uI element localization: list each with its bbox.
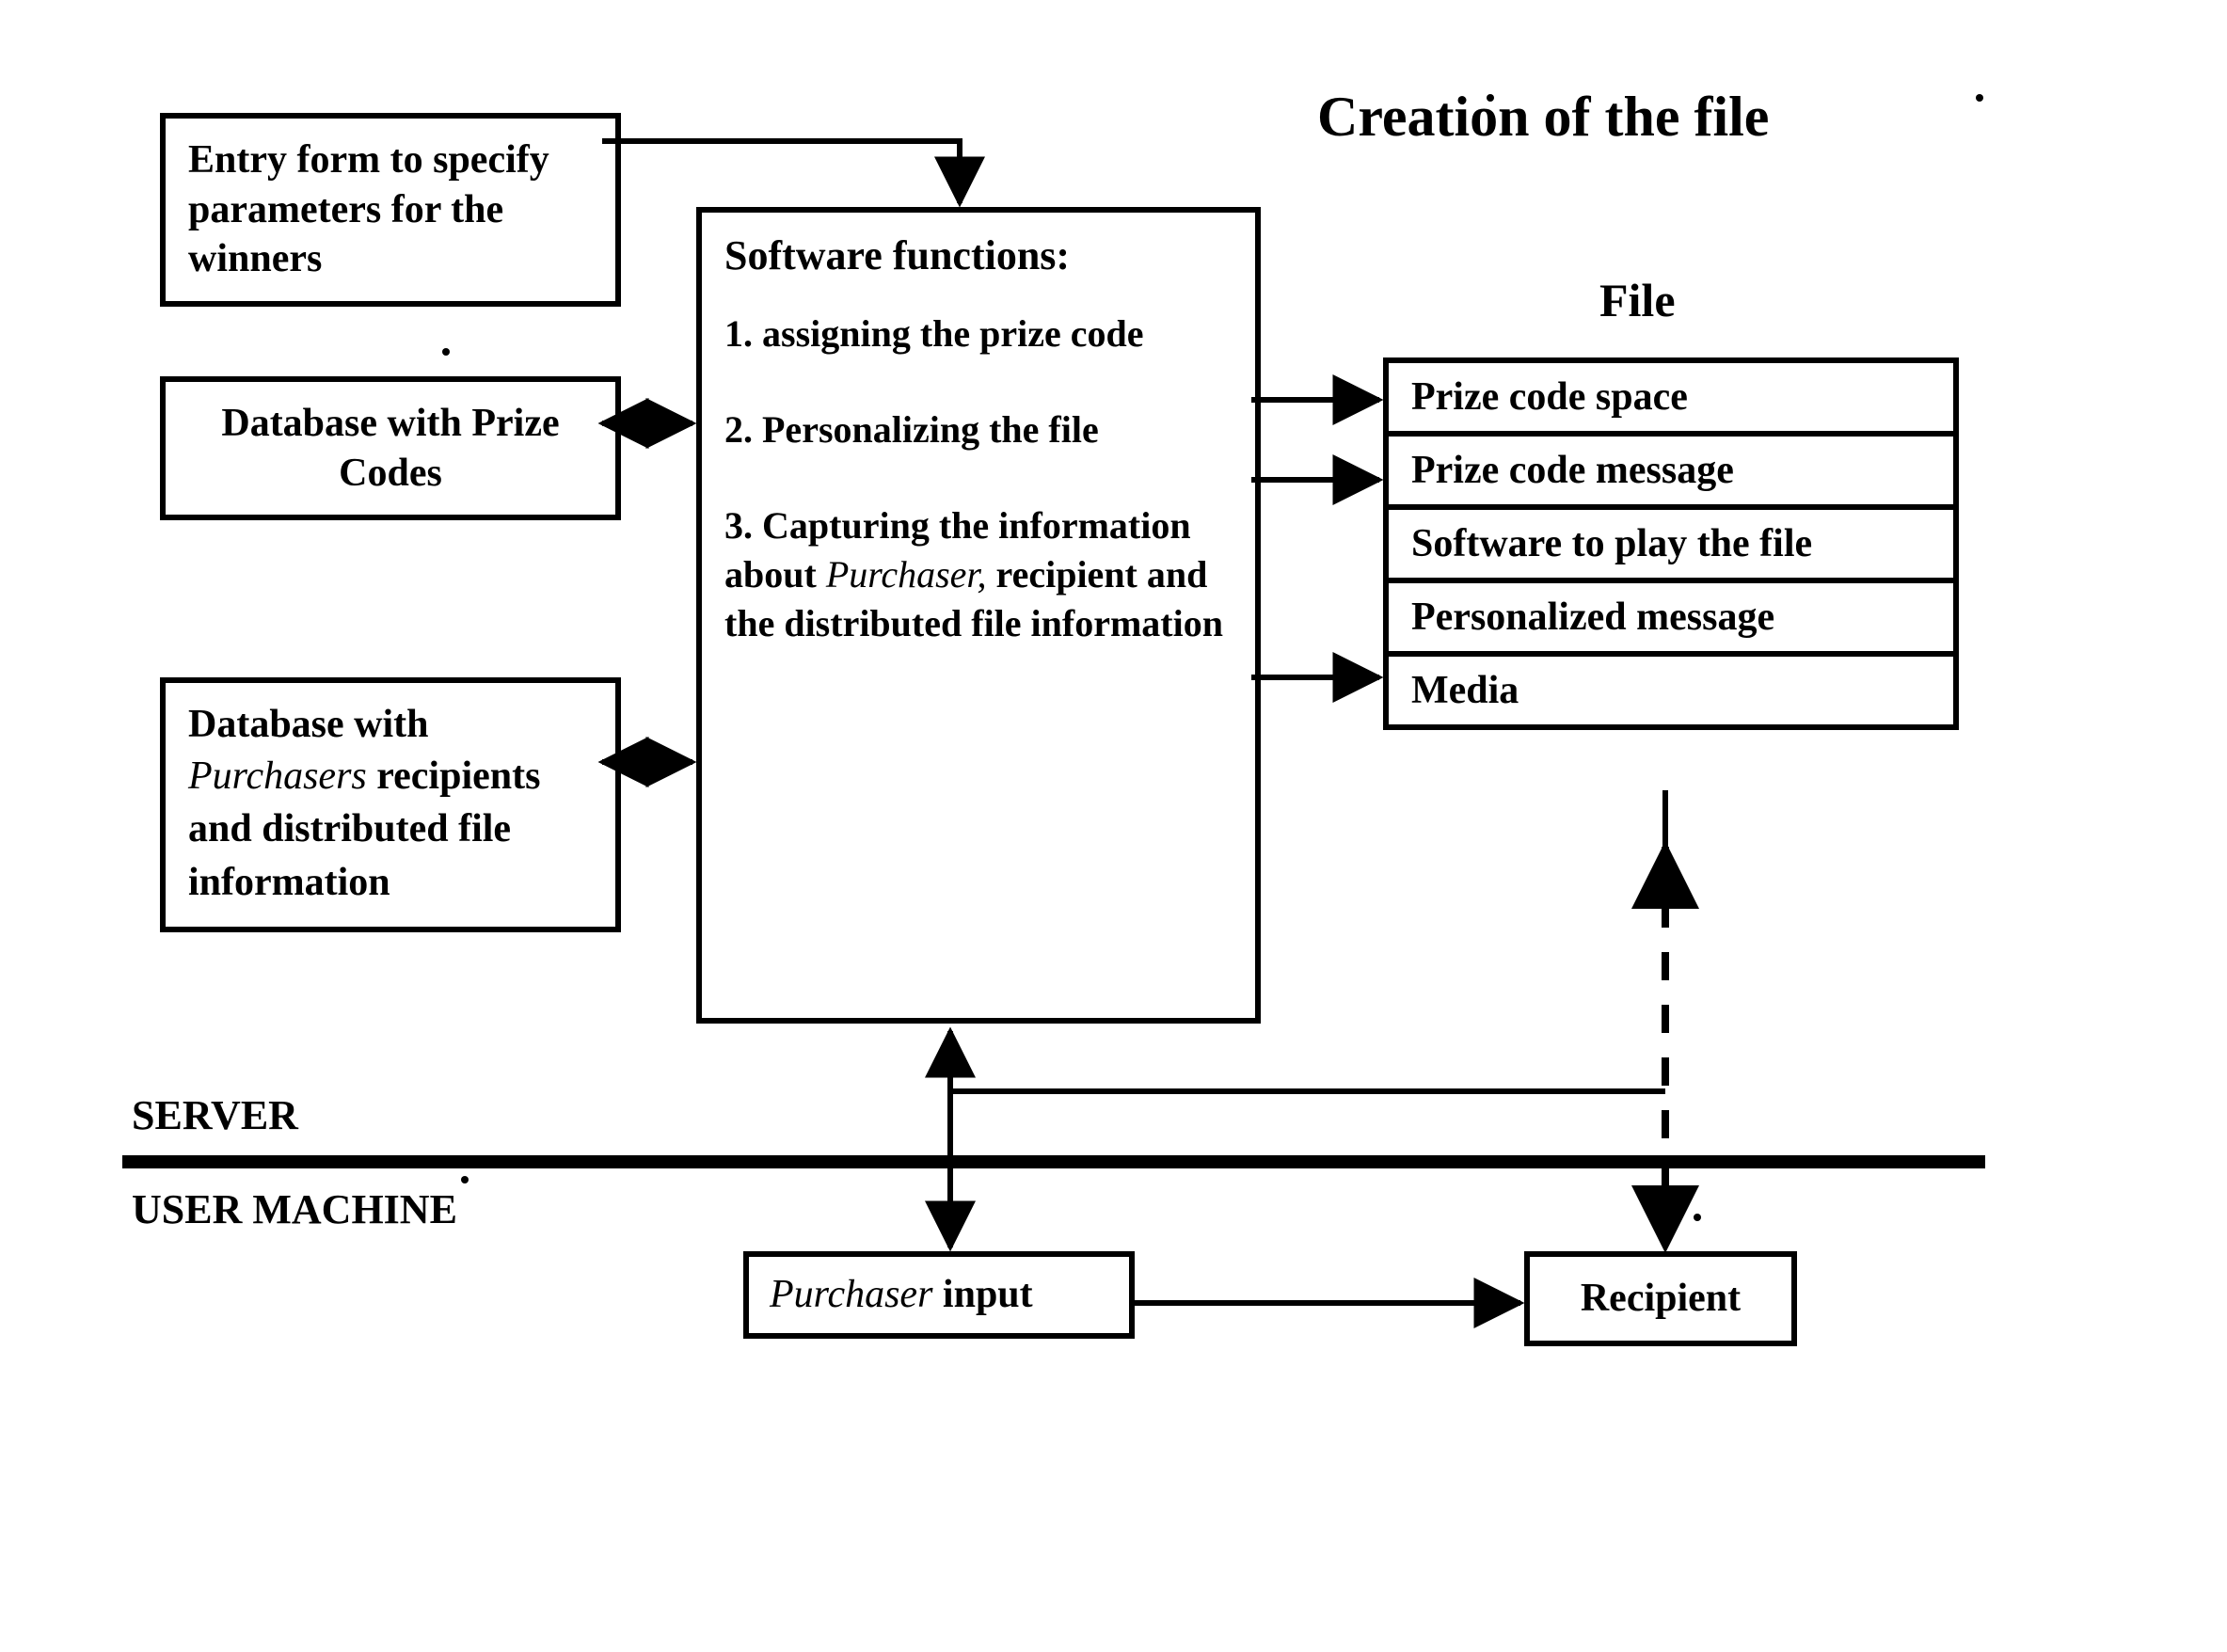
db-recipients-line1: Database with bbox=[188, 700, 593, 750]
diagram-stage: Creation of the file Entry form to speci… bbox=[0, 0, 2227, 1652]
file-row-software-play: Software to play the file bbox=[1389, 510, 1953, 583]
purchaser-input-hw: Purchaser bbox=[770, 1273, 932, 1316]
software-functions-box: Software functions: 1. assigning the pri… bbox=[696, 207, 1261, 1024]
file-row-prize-code-space: Prize code space bbox=[1389, 363, 1953, 437]
server-label: SERVER bbox=[132, 1091, 298, 1139]
entry-form-text: Entry form to specify parameters for the… bbox=[188, 138, 549, 280]
purchaser-input-rest: input bbox=[932, 1273, 1032, 1316]
db-prize-codes-box: Database with Prize Codes bbox=[160, 376, 621, 520]
user-machine-label: USER MACHINE bbox=[132, 1185, 457, 1233]
file-row-prize-code-message: Prize code message bbox=[1389, 437, 1953, 510]
file-heading: File bbox=[1599, 273, 1676, 327]
file-box: Prize code space Prize code message Soft… bbox=[1383, 357, 1959, 730]
file-row-media: Media bbox=[1389, 657, 1953, 724]
db-prize-codes-text: Database with Prize Codes bbox=[221, 402, 559, 495]
db-recipients-hw: Purchasers bbox=[188, 755, 367, 798]
software-heading: Software functions: bbox=[724, 230, 1233, 281]
diagram-title: Creation of the file bbox=[1317, 85, 1769, 150]
software-item-1: 1. assigning the prize code bbox=[724, 310, 1233, 358]
recipient-box: Recipient bbox=[1524, 1251, 1797, 1346]
db-recipients-box: Database with Purchasers recipients and … bbox=[160, 677, 621, 932]
purchaser-input-box: Purchaser input bbox=[743, 1251, 1135, 1339]
software-item-3: 3. Capturing the information about Purch… bbox=[724, 501, 1233, 648]
software-item-2: 2. Personalizing the file bbox=[724, 405, 1233, 454]
entry-form-box: Entry form to specify parameters for the… bbox=[160, 113, 621, 307]
recipient-text: Recipient bbox=[1581, 1277, 1741, 1320]
file-row-personalized-message: Personalized message bbox=[1389, 583, 1953, 657]
